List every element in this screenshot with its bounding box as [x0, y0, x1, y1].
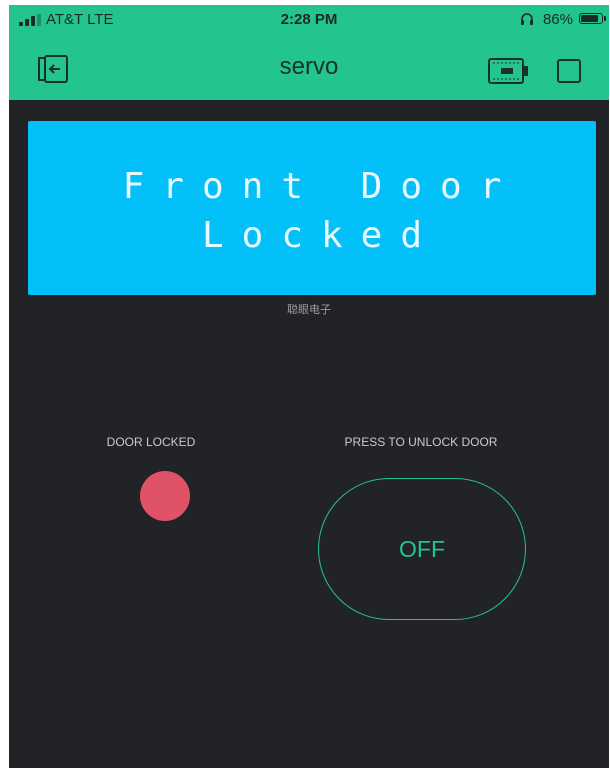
- lcd-display: Front Door Locked: [28, 121, 596, 295]
- led-label: DOOR LOCKED: [106, 435, 196, 449]
- battery-icon: [579, 13, 606, 24]
- battery-percent: 86%: [542, 11, 573, 28]
- header-bar: AT&T LTE 2:28 PM 86% servo: [9, 5, 609, 100]
- device-icon[interactable]: [487, 57, 529, 85]
- lcd-line-1: Front Door: [122, 166, 520, 207]
- status-led: [140, 471, 190, 521]
- nav-bar: servo: [9, 43, 609, 93]
- lcd-line-2: Locked: [201, 215, 441, 256]
- unlock-button-label: PRESS TO UNLOCK DOOR: [344, 435, 498, 449]
- status-bar: AT&T LTE 2:28 PM 86%: [9, 5, 609, 37]
- square-icon[interactable]: [557, 59, 581, 83]
- lcd-caption: 聪眼电子: [287, 304, 331, 316]
- unlock-door-button[interactable]: OFF: [318, 478, 526, 620]
- phone-screen: AT&T LTE 2:28 PM 86% servo Front Door Lo…: [9, 5, 609, 768]
- headphones-icon: [521, 13, 533, 25]
- status-time: 2:28 PM: [280, 11, 338, 28]
